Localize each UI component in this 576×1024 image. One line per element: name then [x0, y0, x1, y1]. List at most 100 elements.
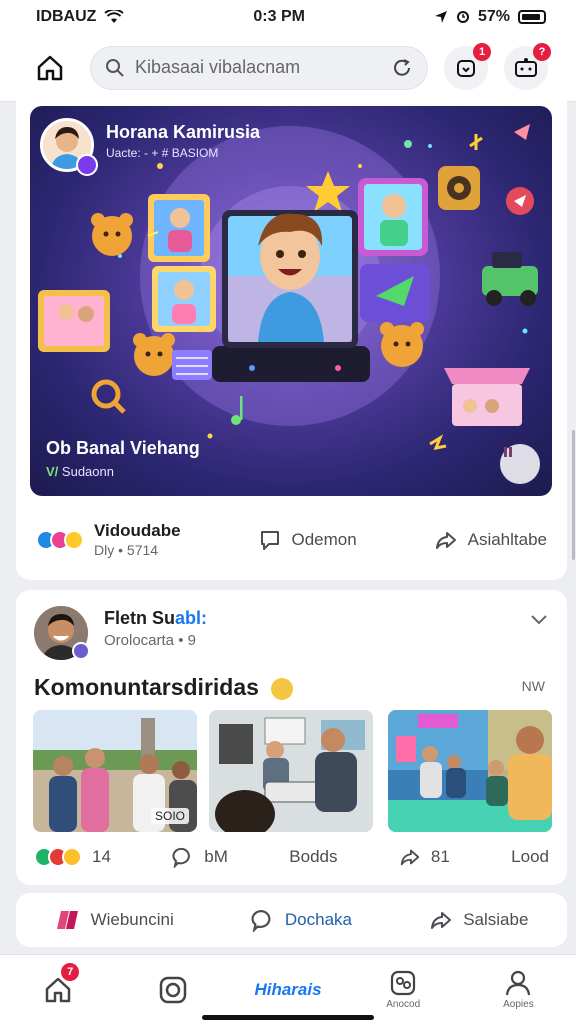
teddy-bear-1 — [91, 213, 133, 256]
post-author-badge — [72, 642, 90, 660]
discuss-button[interactable]: Dochaka — [251, 908, 352, 932]
watch-label: Wiebuncini — [90, 910, 174, 929]
post-photo-2[interactable] — [209, 710, 373, 832]
nav-camera[interactable] — [115, 955, 230, 1024]
toy-stall — [444, 368, 530, 426]
nav-home[interactable]: 7 — [0, 955, 115, 1024]
post-meta: Orolocarta • 9 — [104, 632, 196, 649]
media-action-button[interactable] — [500, 444, 540, 484]
feature-post-author[interactable]: Horana Kamirusia — [106, 122, 260, 143]
search-input[interactable] — [135, 57, 381, 78]
home-icon — [37, 55, 63, 80]
nav-home-badge: 7 — [61, 963, 80, 981]
bell-icon — [457, 59, 475, 77]
post-text-content: Komonuntarsdiridas — [34, 674, 259, 700]
search-bar[interactable] — [90, 45, 428, 90]
teddy-bear-2 — [133, 333, 175, 376]
mini-keyboard — [172, 350, 212, 380]
comment-button[interactable]: Odemon — [258, 528, 357, 552]
share-icon — [435, 532, 456, 549]
post-photo-3[interactable] — [388, 710, 552, 832]
nav-feed[interactable]: Hiharais — [230, 955, 345, 1024]
reactions-summary[interactable]: Vidoudabe Dly • 5714 — [36, 521, 181, 558]
post-tag[interactable]: NW — [522, 678, 545, 694]
feature-post-meta: V/ Sudaonn — [46, 464, 114, 479]
wow-reaction-icon — [62, 847, 82, 867]
post-photo-1[interactable]: SOIO — [33, 710, 197, 832]
group-icon — [391, 970, 416, 996]
post-reactions[interactable]: 14 — [34, 847, 111, 867]
home-button[interactable] — [30, 48, 70, 88]
post-author-name[interactable]: Fletn Suabl: — [104, 608, 207, 629]
post-card: Fletn Suabl: Orolocarta • 9 Komonuntarsd… — [16, 590, 567, 885]
status-time: 0:3 PM — [253, 8, 305, 25]
share-icon — [431, 912, 452, 929]
post-share-button[interactable]: 81 — [399, 846, 450, 868]
post-share-label[interactable]: Lood — [511, 847, 549, 867]
post-comment-count: bM — [204, 847, 228, 866]
verified-icon: V/ — [46, 464, 59, 479]
carrier-label: IDBAUZ — [36, 8, 97, 25]
post-author-name-text: Fletn Su — [104, 608, 175, 628]
photo-classroom-neon — [388, 710, 552, 832]
reactions-text: Vidoudabe Dly • 5714 — [94, 521, 181, 558]
watch-button[interactable]: Wiebuncini — [55, 907, 174, 933]
speaker-decoration — [438, 166, 480, 210]
comment-icon — [251, 910, 271, 932]
post-comment-button[interactable]: bM — [172, 846, 228, 868]
action-bar: Wiebuncini Dochaka Salsiabe — [16, 893, 567, 947]
battery-icon — [517, 10, 546, 24]
discuss-label: Dochaka — [284, 910, 353, 929]
post-actions: 14 bM Bodds 81 Lood — [16, 838, 567, 876]
author-status-badge — [76, 154, 98, 176]
nav-groups[interactable]: Anocod — [346, 955, 461, 1024]
feature-post-caption: Ob Banal Viehang — [46, 438, 200, 458]
notifications-button[interactable]: 1 — [444, 42, 491, 90]
feature-post-actions: Vidoudabe Dly • 5714 Odemon Asiahltabe — [16, 510, 567, 570]
feature-post-card: Horana Kamirusia Uacte: - + # BASIOM Ob … — [16, 90, 567, 580]
share-icon — [400, 849, 420, 866]
share-action-label: Salsiabe — [463, 910, 529, 929]
profile-icon — [506, 970, 531, 996]
share-action-button[interactable]: Salsiabe — [429, 908, 528, 932]
haha-reaction-icon — [64, 530, 84, 550]
post-text: Komonuntarsdiridas — [34, 674, 294, 701]
chevron-down-icon — [531, 615, 547, 625]
comment-icon — [260, 531, 279, 550]
photo-label: SOIO — [150, 808, 189, 824]
refresh-icon[interactable] — [391, 57, 413, 79]
comment-icon — [172, 847, 191, 868]
camera-icon — [159, 976, 187, 1003]
feature-post-meta-text: Sudaonn — [61, 464, 114, 479]
reaction-icons — [36, 530, 84, 550]
nav-profile-label: Aopies — [503, 999, 534, 1010]
scrollbar[interactable] — [572, 430, 575, 560]
post-share-count: 81 — [430, 847, 450, 866]
messages-button[interactable]: ? — [504, 42, 551, 90]
status-bar: IDBAUZ 0:3 PM 57% — [0, 0, 576, 34]
bottom-nav: 7 Hiharais Anocod Aopies — [0, 954, 576, 1024]
notification-badge: 1 — [473, 42, 491, 61]
feature-post-subtitle: Uacte: - + # BASIOM — [106, 146, 219, 160]
location-icon — [434, 11, 447, 23]
emoji-icon — [271, 677, 294, 700]
post-options-button[interactable] — [529, 612, 549, 631]
battery-percent: 57% — [477, 8, 510, 25]
reactions-label: Vidoudabe — [94, 521, 181, 541]
nav-active-label: Hiharais — [254, 979, 322, 999]
feature-post-image[interactable]: Horana Kamirusia Uacte: - + # BASIOM Ob … — [30, 106, 552, 496]
post-reaction-count: 14 — [92, 847, 111, 866]
post-comment-label[interactable]: Bodds — [289, 847, 337, 867]
message-icon — [515, 57, 537, 77]
comment-label: Odemon — [291, 530, 357, 549]
message-badge: ? — [533, 42, 551, 61]
home-indicator — [202, 1015, 374, 1020]
share-button[interactable]: Asiahltabe — [434, 528, 547, 552]
post-author-link[interactable]: abl: — [175, 608, 207, 628]
wifi-icon — [104, 10, 125, 23]
nav-groups-label: Anocod — [386, 999, 421, 1010]
magnifier-decoration — [91, 379, 126, 414]
nav-profile[interactable]: Aopies — [461, 955, 576, 1024]
clip-icon — [56, 911, 78, 929]
reactions-count: Dly • 5714 — [94, 541, 159, 558]
